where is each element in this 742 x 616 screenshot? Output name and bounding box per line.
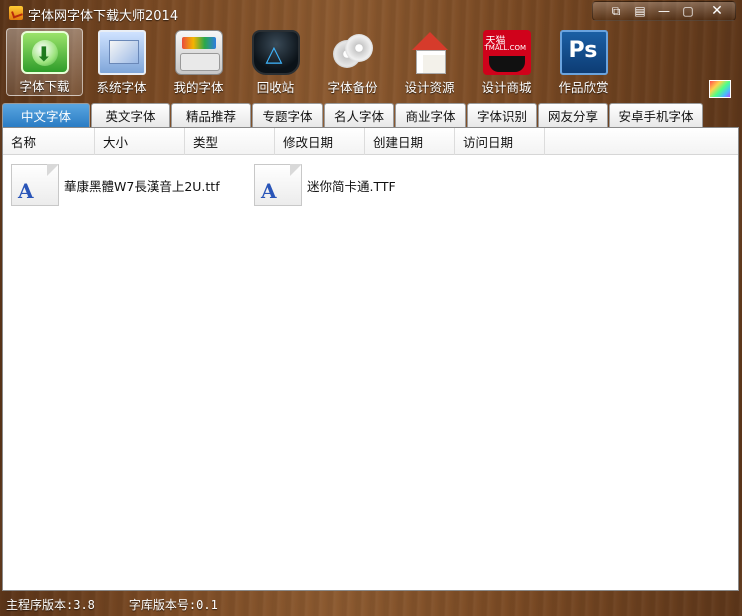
toolbar-system-fonts-button[interactable]: 系统字体	[83, 28, 160, 96]
font-file-icon: A	[254, 164, 302, 206]
list-item[interactable]: A 華康黑體W7長漢音上2U.ttf	[11, 164, 220, 206]
toolbar-font-download-button[interactable]: 字体下载	[6, 28, 83, 96]
column-header-accessed[interactable]: 访问日期	[455, 128, 545, 155]
toolbar-label: 设计资源	[404, 80, 455, 95]
maximize-icon[interactable]: ▢	[676, 2, 700, 20]
tab-topics[interactable]: 专题字体	[252, 103, 323, 127]
column-header-row: 名称 大小 类型 修改日期 创建日期 访问日期	[3, 128, 738, 155]
my-fonts-icon	[174, 30, 223, 75]
category-tabs: 中文字体 英文字体 精品推荐 专题字体 名人字体 商业字体 字体识别 网友分享 …	[2, 103, 704, 127]
list-item[interactable]: A 迷你简卡通.TTF	[254, 164, 396, 206]
toolbar-label: 字体下载	[19, 79, 70, 94]
tab-featured[interactable]: 精品推荐	[171, 103, 251, 127]
photoshop-icon	[559, 30, 608, 75]
tmall-store-icon	[482, 30, 531, 75]
tab-celebrity-fonts[interactable]: 名人字体	[324, 103, 394, 127]
font-backup-icon	[329, 30, 377, 75]
app-window: 字体网字体下载大师2014 ⧉ ▤ — ▢ ✕ 字体下载 系统字体 我的字体 回…	[0, 0, 742, 616]
font-file-glyph: A	[261, 179, 277, 203]
minimize-icon[interactable]: —	[652, 2, 676, 20]
toolbar-recycle-bin-button[interactable]: 回收站	[237, 28, 314, 96]
tab-android-fonts[interactable]: 安卓手机字体	[609, 103, 703, 127]
skin-palette-icon[interactable]	[709, 80, 731, 98]
title-bar[interactable]: 字体网字体下载大师2014 ⧉ ▤ — ▢ ✕	[0, 0, 742, 26]
file-list-panel[interactable]: 名称 大小 类型 修改日期 创建日期 访问日期 A 華康黑體W7長漢音上2U.t…	[2, 127, 739, 591]
file-name: 華康黑體W7長漢音上2U.ttf	[64, 178, 220, 194]
chat-icon[interactable]: ⧉	[604, 2, 628, 20]
toolbar-label: 作品欣赏	[558, 80, 609, 95]
toolbar-label: 系统字体	[96, 80, 147, 95]
program-version: 主程序版本:3.8	[6, 597, 95, 612]
tab-chinese-fonts[interactable]: 中文字体	[2, 103, 90, 127]
file-name: 迷你简卡通.TTF	[307, 178, 396, 194]
library-version: 字库版本号:0.1	[128, 597, 218, 612]
column-header-created[interactable]: 创建日期	[365, 128, 455, 155]
tab-commercial-fonts[interactable]: 商业字体	[395, 103, 466, 127]
toolbar-label: 字体备份	[327, 80, 378, 95]
window-controls: ⧉ ▤ — ▢ ✕	[604, 2, 734, 22]
column-header-modified[interactable]: 修改日期	[275, 128, 365, 155]
app-logo-icon	[9, 6, 23, 20]
font-file-glyph: A	[18, 179, 34, 203]
column-header-type[interactable]: 类型	[185, 128, 275, 155]
toolbar-design-store-button[interactable]: 设计商城	[468, 28, 545, 96]
main-toolbar: 字体下载 系统字体 我的字体 回收站 字体备份 设计资源 设计商城 作品欣赏	[6, 28, 622, 98]
tab-english-fonts[interactable]: 英文字体	[91, 103, 170, 127]
menu-icon[interactable]: ▤	[628, 2, 652, 20]
toolbar-font-backup-button[interactable]: 字体备份	[314, 28, 391, 96]
toolbar-my-fonts-button[interactable]: 我的字体	[160, 28, 237, 96]
font-file-icon: A	[11, 164, 59, 206]
font-download-icon	[20, 31, 69, 74]
design-resources-icon	[406, 30, 454, 75]
status-bar: 主程序版本:3.8 字库版本号:0.1	[0, 592, 742, 616]
toolbar-label: 设计商城	[481, 80, 532, 95]
tab-font-recognition[interactable]: 字体识别	[467, 103, 537, 127]
toolbar-label: 我的字体	[173, 80, 224, 95]
system-fonts-icon	[97, 30, 146, 75]
close-icon[interactable]: ✕	[700, 2, 734, 20]
column-header-size[interactable]: 大小	[95, 128, 185, 155]
toolbar-design-resources-button[interactable]: 设计资源	[391, 28, 468, 96]
toolbar-showcase-button[interactable]: 作品欣赏	[545, 28, 622, 96]
recycle-bin-icon	[251, 30, 300, 75]
window-title: 字体网字体下载大师2014	[28, 9, 179, 24]
toolbar-label: 回收站	[256, 80, 295, 95]
tab-user-shares[interactable]: 网友分享	[538, 103, 608, 127]
column-header-name[interactable]: 名称	[3, 128, 95, 155]
